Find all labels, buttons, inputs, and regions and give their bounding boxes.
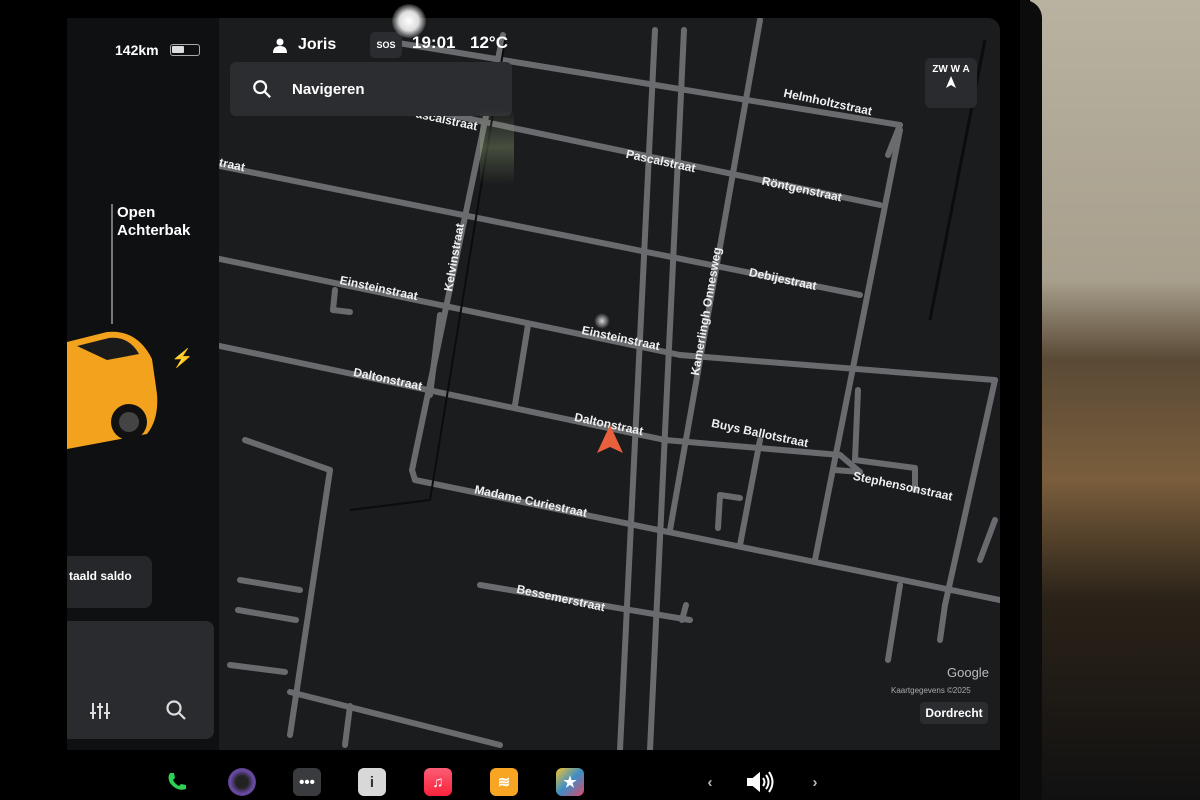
map-dark-path (349, 499, 431, 511)
north-arrow-icon (946, 76, 956, 88)
audible-icon[interactable]: ≋ (490, 768, 518, 796)
street-label: Pascalstraat (625, 147, 697, 175)
search-placeholder: Navigeren (292, 80, 365, 98)
camera-icon[interactable] (228, 768, 256, 796)
google-logo: Google (947, 665, 989, 680)
sos-button[interactable]: SOS (370, 32, 402, 58)
media-card (67, 621, 214, 739)
outside-temperature: 12°C (470, 33, 508, 52)
street-label: Daltonstraat (352, 365, 423, 393)
saldo-label: taald saldo (69, 569, 132, 583)
speaker-icon[interactable] (744, 768, 778, 796)
person-icon (273, 38, 287, 53)
phone-icon[interactable] (163, 768, 191, 796)
street-label: Kelvinstraat (441, 222, 467, 292)
more-icon[interactable]: ••• (293, 768, 321, 796)
open-trunk-button[interactable]: Open Achterbak (117, 204, 190, 240)
compass-button[interactable]: ZW W A (925, 58, 977, 108)
bolt-icon[interactable]: ⚡ (171, 348, 193, 369)
range-readout: 142km (115, 42, 159, 58)
music-icon[interactable]: ♫ (424, 768, 452, 796)
driver-name: Joris (298, 36, 337, 53)
street-label: Röntgenstraat (761, 174, 843, 205)
car-icon[interactable] (67, 324, 159, 454)
street-label: Einsteinstraat (339, 273, 420, 303)
toybox-icon[interactable]: ★ (556, 768, 584, 796)
search-icon (253, 80, 271, 98)
street-label: Madame Curiestraat (473, 482, 588, 520)
app-dock: ••• i ♫ ≋ ★ ‹ › (150, 760, 1030, 800)
street-label: Stephensonstraat (852, 469, 954, 504)
search-icon[interactable] (165, 699, 187, 726)
street-label: Debijestraat (748, 265, 818, 293)
screen-glare (594, 313, 610, 329)
nav-next-icon[interactable]: › (801, 768, 829, 796)
equalizer-icon[interactable] (89, 701, 111, 727)
driver-profile[interactable]: Joris (272, 36, 336, 54)
manual-icon[interactable]: i (358, 768, 386, 796)
trunk-pointer-line (111, 204, 113, 324)
clock: 19:01 (412, 33, 456, 52)
car-interior-background (1030, 0, 1200, 800)
nav-prev-icon[interactable]: ‹ (696, 768, 724, 796)
screen-glare (480, 110, 514, 184)
battery-icon (170, 44, 200, 56)
saldo-card[interactable]: taald saldo (67, 556, 152, 608)
compass-heading-label: ZW W A (932, 64, 970, 75)
map-attribution: Kaartgegevens ©2025 (891, 686, 971, 695)
navigate-search-box[interactable]: Navigeren (230, 62, 512, 116)
screen-glare (392, 4, 426, 38)
map-roads (212, 18, 1000, 750)
screen-bezel (1020, 0, 1042, 800)
street-label: Einsteinstraat (581, 323, 662, 353)
street-label: Bessemerstraat (515, 582, 606, 614)
current-city-badge[interactable]: Dordrecht (920, 702, 988, 724)
left-panel: 142km Open Achterbak ⚡ taald saldo (67, 18, 219, 750)
